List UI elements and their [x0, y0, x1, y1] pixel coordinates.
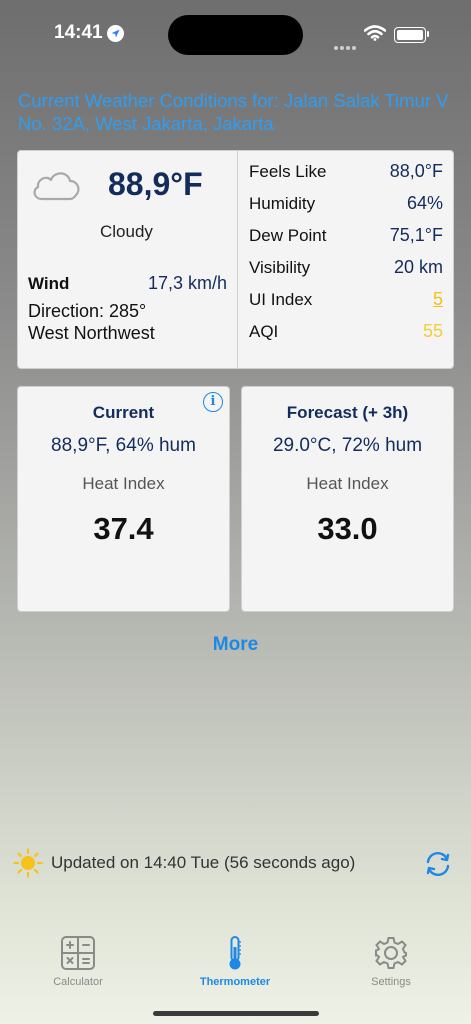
current-heat-value: 37.4 [93, 511, 154, 546]
stat-dew-point-label: Dew Point [249, 226, 327, 245]
current-heat-title: Current [92, 403, 155, 422]
battery-tip [427, 31, 429, 37]
wind-value: 17,3 km/h [147, 273, 227, 293]
battery-icon [394, 27, 426, 43]
forecast-heat-title: Forecast (+ 3h) [286, 403, 409, 422]
gear-icon [373, 937, 409, 974]
wind-direction: Direction: 285° [28, 301, 147, 321]
stat-feels-like-label: Feels Like [249, 162, 327, 181]
status-time: 14:41 [54, 22, 103, 43]
stat-humidity-value: 64% [406, 193, 443, 213]
tab-thermometer-label: Thermometer [199, 976, 271, 988]
wind-direction-name: West Northwest [28, 323, 155, 343]
stat-visibility-label: Visibility [249, 258, 311, 277]
current-heat-conditions: 88,9°F, 64% hum [51, 435, 196, 456]
stat-aqi-value: 55 [422, 321, 443, 341]
weather-condition: Cloudy [100, 222, 153, 241]
stat-aqi-label: AQI [249, 322, 279, 341]
tab-calculator[interactable]: Calculator [23, 935, 133, 988]
forecast-heat-value: 33.0 [317, 511, 378, 546]
wifi-icon [363, 25, 387, 46]
sun-icon [13, 848, 43, 883]
thermometer-icon [217, 936, 253, 974]
tab-settings-label: Settings [371, 976, 411, 988]
home-indicator[interactable] [153, 1011, 319, 1016]
calculator-icon [60, 936, 96, 974]
more-button[interactable]: More [0, 634, 471, 656]
location-title: Current Weather Conditions for: Jalan Sa… [18, 90, 449, 134]
stat-visibility-value: 20 km [393, 257, 443, 277]
wind-label: Wind [28, 274, 70, 293]
tab-thermometer[interactable]: Thermometer [180, 935, 290, 988]
stat-humidity-label: Humidity [249, 194, 316, 213]
card-divider [237, 150, 238, 369]
cloud-icon [30, 166, 82, 209]
info-icon[interactable]: i [203, 392, 223, 412]
forecast-heat-label: Heat Index [306, 474, 389, 493]
refresh-icon[interactable] [423, 849, 453, 884]
stat-dew-point-value: 75,1°F [389, 225, 443, 245]
current-heat-label: Heat Index [82, 474, 165, 493]
tab-calculator-label: Calculator [53, 976, 103, 988]
signal-dots-icon [334, 37, 358, 50]
updated-text: Updated on 14:40 Tue (56 seconds ago) [51, 853, 356, 872]
forecast-heat-conditions: 29.0°C, 72% hum [272, 435, 423, 456]
stat-uv-index-label: UI Index [249, 290, 313, 309]
dynamic-island [168, 15, 303, 55]
current-temperature: 88,9°F [108, 166, 203, 202]
tab-settings[interactable]: Settings [336, 935, 446, 988]
location-arrow-icon [107, 25, 124, 42]
stat-feels-like-value: 88,0°F [389, 161, 443, 181]
stat-uv-index-value[interactable]: 5 [433, 289, 443, 310]
